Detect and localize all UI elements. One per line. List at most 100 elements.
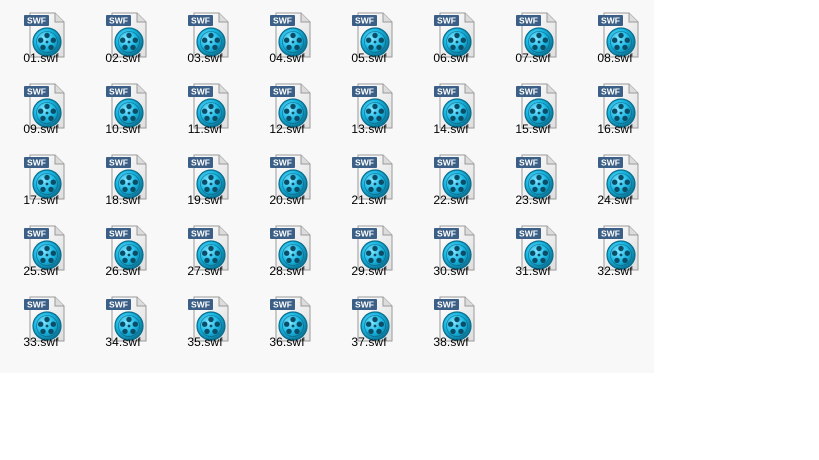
file-name-label: 01.swf [23, 51, 59, 65]
file-name-label: 14.swf [433, 122, 469, 136]
file-name-label: 03.swf [187, 51, 223, 65]
swf-badge-text: SWF [355, 300, 374, 310]
file-name-label: 09.swf [23, 122, 59, 136]
file-name-label: 18.swf [105, 193, 141, 207]
file-name-label: 15.swf [515, 122, 551, 136]
swf-badge-text: SWF [27, 87, 46, 97]
file-item[interactable]: SWF 28.swf [246, 215, 328, 286]
file-item[interactable]: SWF 03.swf [164, 2, 246, 73]
swf-badge-text: SWF [273, 16, 292, 26]
file-item[interactable]: SWF 11.swf [164, 73, 246, 144]
file-name-label: 26.swf [105, 264, 141, 278]
file-name-label: 20.swf [269, 193, 305, 207]
file-item[interactable]: SWF 08.swf [574, 2, 656, 73]
file-item[interactable]: SWF 22.swf [410, 144, 492, 215]
file-item[interactable]: SWF 14.swf [410, 73, 492, 144]
file-item[interactable]: SWF 17.swf [0, 144, 82, 215]
file-name-label: 19.swf [187, 193, 223, 207]
swf-badge-text: SWF [437, 300, 456, 310]
file-item[interactable]: SWF 21.swf [328, 144, 410, 215]
swf-badge-text: SWF [601, 16, 620, 26]
swf-badge-text: SWF [519, 229, 538, 239]
file-name-label: 29.swf [351, 264, 387, 278]
file-item[interactable]: SWF 16.swf [574, 73, 656, 144]
file-item[interactable]: SWF 07.swf [492, 2, 574, 73]
swf-badge-text: SWF [191, 300, 210, 310]
file-item[interactable]: SWF 24.swf [574, 144, 656, 215]
file-item[interactable]: SWF 31.swf [492, 215, 574, 286]
file-item[interactable]: SWF 10.swf [82, 73, 164, 144]
file-name-label: 37.swf [351, 335, 387, 349]
swf-badge-text: SWF [273, 158, 292, 168]
file-name-label: 10.swf [105, 122, 141, 136]
swf-badge-text: SWF [519, 16, 538, 26]
file-item[interactable]: SWF 13.swf [328, 73, 410, 144]
file-item[interactable]: SWF 04.swf [246, 2, 328, 73]
file-item[interactable]: SWF 32.swf [574, 215, 656, 286]
file-item[interactable]: SWF 15.swf [492, 73, 574, 144]
file-item[interactable]: SWF 01.swf [0, 2, 82, 73]
swf-badge-text: SWF [437, 16, 456, 26]
swf-badge-text: SWF [109, 16, 128, 26]
swf-badge-text: SWF [355, 158, 374, 168]
file-item[interactable]: SWF 25.swf [0, 215, 82, 286]
file-item[interactable]: SWF 27.swf [164, 215, 246, 286]
file-name-label: 30.swf [433, 264, 469, 278]
swf-badge-text: SWF [437, 87, 456, 97]
file-name-label: 11.swf [187, 122, 223, 136]
file-name-label: 33.swf [23, 335, 59, 349]
swf-badge-text: SWF [437, 229, 456, 239]
file-item[interactable]: SWF 23.swf [492, 144, 574, 215]
swf-badge-text: SWF [109, 87, 128, 97]
file-item[interactable]: SWF 20.swf [246, 144, 328, 215]
swf-badge-text: SWF [519, 87, 538, 97]
swf-badge-text: SWF [191, 158, 210, 168]
file-list-pane: SWF 01.swf SWF 02.swf SWF 03.swf SWF 04.swf SWF 0… [0, 0, 654, 373]
swf-badge-text: SWF [27, 158, 46, 168]
file-item[interactable]: SWF 29.swf [328, 215, 410, 286]
file-name-label: 25.swf [23, 264, 59, 278]
file-name-label: 23.swf [515, 193, 551, 207]
file-item[interactable]: SWF 38.swf [410, 286, 492, 357]
swf-badge-text: SWF [273, 300, 292, 310]
swf-badge-text: SWF [519, 158, 538, 168]
file-item[interactable]: SWF 26.swf [82, 215, 164, 286]
file-name-label: 28.swf [269, 264, 305, 278]
file-item[interactable]: SWF 09.swf [0, 73, 82, 144]
file-name-label: 16.swf [597, 122, 633, 136]
file-item[interactable]: SWF 06.swf [410, 2, 492, 73]
swf-badge-text: SWF [109, 158, 128, 168]
file-name-label: 36.swf [269, 335, 305, 349]
file-item[interactable]: SWF 12.swf [246, 73, 328, 144]
file-item[interactable]: SWF 36.swf [246, 286, 328, 357]
file-name-label: 06.swf [433, 51, 469, 65]
file-item[interactable]: SWF 33.swf [0, 286, 82, 357]
swf-badge-text: SWF [27, 300, 46, 310]
swf-badge-text: SWF [191, 87, 210, 97]
swf-badge-text: SWF [109, 300, 128, 310]
swf-badge-text: SWF [27, 16, 46, 26]
swf-badge-text: SWF [601, 87, 620, 97]
file-name-label: 05.swf [351, 51, 387, 65]
file-name-label: 17.swf [23, 193, 59, 207]
file-name-label: 07.swf [515, 51, 551, 65]
swf-badge-text: SWF [191, 229, 210, 239]
file-name-label: 24.swf [597, 193, 633, 207]
file-item[interactable]: SWF 05.swf [328, 2, 410, 73]
file-item[interactable]: SWF 35.swf [164, 286, 246, 357]
swf-badge-text: SWF [273, 229, 292, 239]
swf-badge-text: SWF [27, 229, 46, 239]
swf-badge-text: SWF [355, 229, 374, 239]
file-item[interactable]: SWF 18.swf [82, 144, 164, 215]
file-name-label: 21.swf [351, 193, 387, 207]
swf-badge-text: SWF [601, 229, 620, 239]
swf-badge-text: SWF [437, 158, 456, 168]
file-name-label: 04.swf [269, 51, 305, 65]
file-item[interactable]: SWF 37.swf [328, 286, 410, 357]
file-icon-grid: SWF 01.swf SWF 02.swf SWF 03.swf SWF 04.swf SWF 0… [0, 0, 654, 373]
file-item[interactable]: SWF 19.swf [164, 144, 246, 215]
file-item[interactable]: SWF 34.swf [82, 286, 164, 357]
file-name-label: 02.swf [105, 51, 141, 65]
file-item[interactable]: SWF 30.swf [410, 215, 492, 286]
file-item[interactable]: SWF 02.swf [82, 2, 164, 73]
